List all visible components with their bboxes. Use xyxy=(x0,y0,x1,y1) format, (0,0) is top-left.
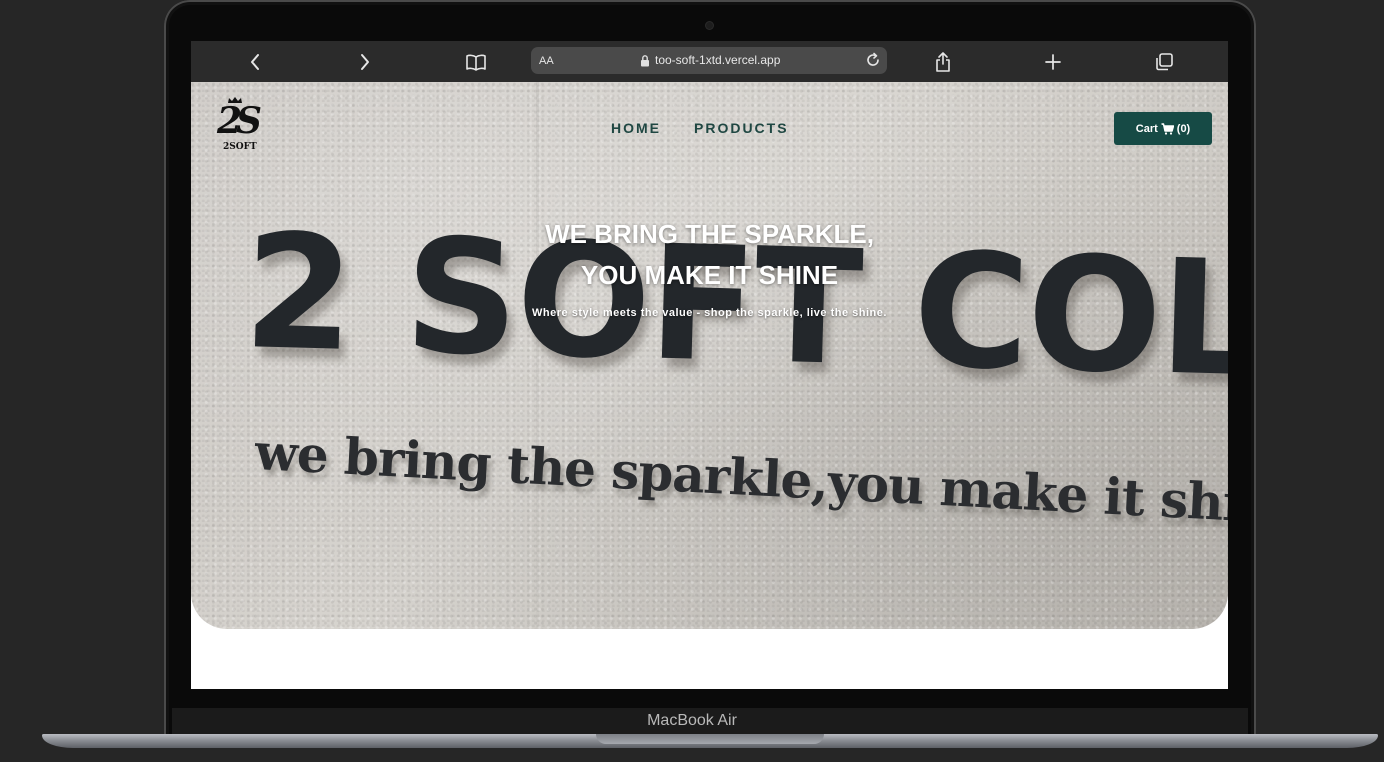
tabs-button[interactable] xyxy=(1151,49,1177,75)
text-size-button[interactable]: AA xyxy=(539,55,554,67)
logo-text: 2SOFT xyxy=(223,142,257,152)
shopping-cart-icon xyxy=(1161,122,1174,135)
plus-icon xyxy=(1045,54,1061,70)
cart-button[interactable]: Cart (0) xyxy=(1114,112,1212,145)
hero-tagline: Where style meets the value - shop the s… xyxy=(532,307,887,319)
chevron-right-icon xyxy=(361,54,369,70)
share-icon xyxy=(936,52,950,72)
new-tab-button[interactable] xyxy=(1040,49,1066,75)
logo-mark: 2S xyxy=(217,100,262,142)
back-button[interactable] xyxy=(242,49,268,75)
url-text: too-soft-1xtd.vercel.app xyxy=(655,53,781,67)
address-bar[interactable]: AA too-soft-1xtd.vercel.app xyxy=(531,47,887,74)
nav-products-link[interactable]: PRODUCTS xyxy=(694,120,789,136)
browser-screen: AA too-soft-1xtd.vercel.app 2 SOFT COLLE… xyxy=(191,41,1228,689)
nav-home-link[interactable]: HOME xyxy=(611,120,661,136)
forward-button[interactable] xyxy=(352,49,378,75)
chevron-left-icon xyxy=(251,54,259,70)
device-model-label: MacBook Air xyxy=(647,712,737,729)
laptop-notch xyxy=(596,734,824,744)
cart-count: (0) xyxy=(1176,122,1191,135)
tabs-icon xyxy=(1156,53,1173,71)
lock-icon xyxy=(641,55,649,67)
hero-banner: 2 SOFT COLLECTION we bring the sparkle,y… xyxy=(191,82,1228,629)
share-button[interactable] xyxy=(930,49,956,75)
main-nav: HOME PRODUCTS xyxy=(611,120,789,136)
hero-headline-line1: WE BRING THE SPARKLE, xyxy=(545,219,874,249)
browser-toolbar: AA too-soft-1xtd.vercel.app xyxy=(191,41,1228,82)
cart-label: Cart xyxy=(1135,122,1158,135)
bookmarks-button[interactable] xyxy=(463,49,489,75)
book-icon xyxy=(466,54,486,71)
site-logo[interactable]: 2S 2SOFT xyxy=(215,96,263,154)
reload-icon[interactable] xyxy=(865,52,881,68)
camera-icon xyxy=(706,22,713,29)
hero-headline-line2: YOU MAKE IT SHINE xyxy=(580,260,839,290)
